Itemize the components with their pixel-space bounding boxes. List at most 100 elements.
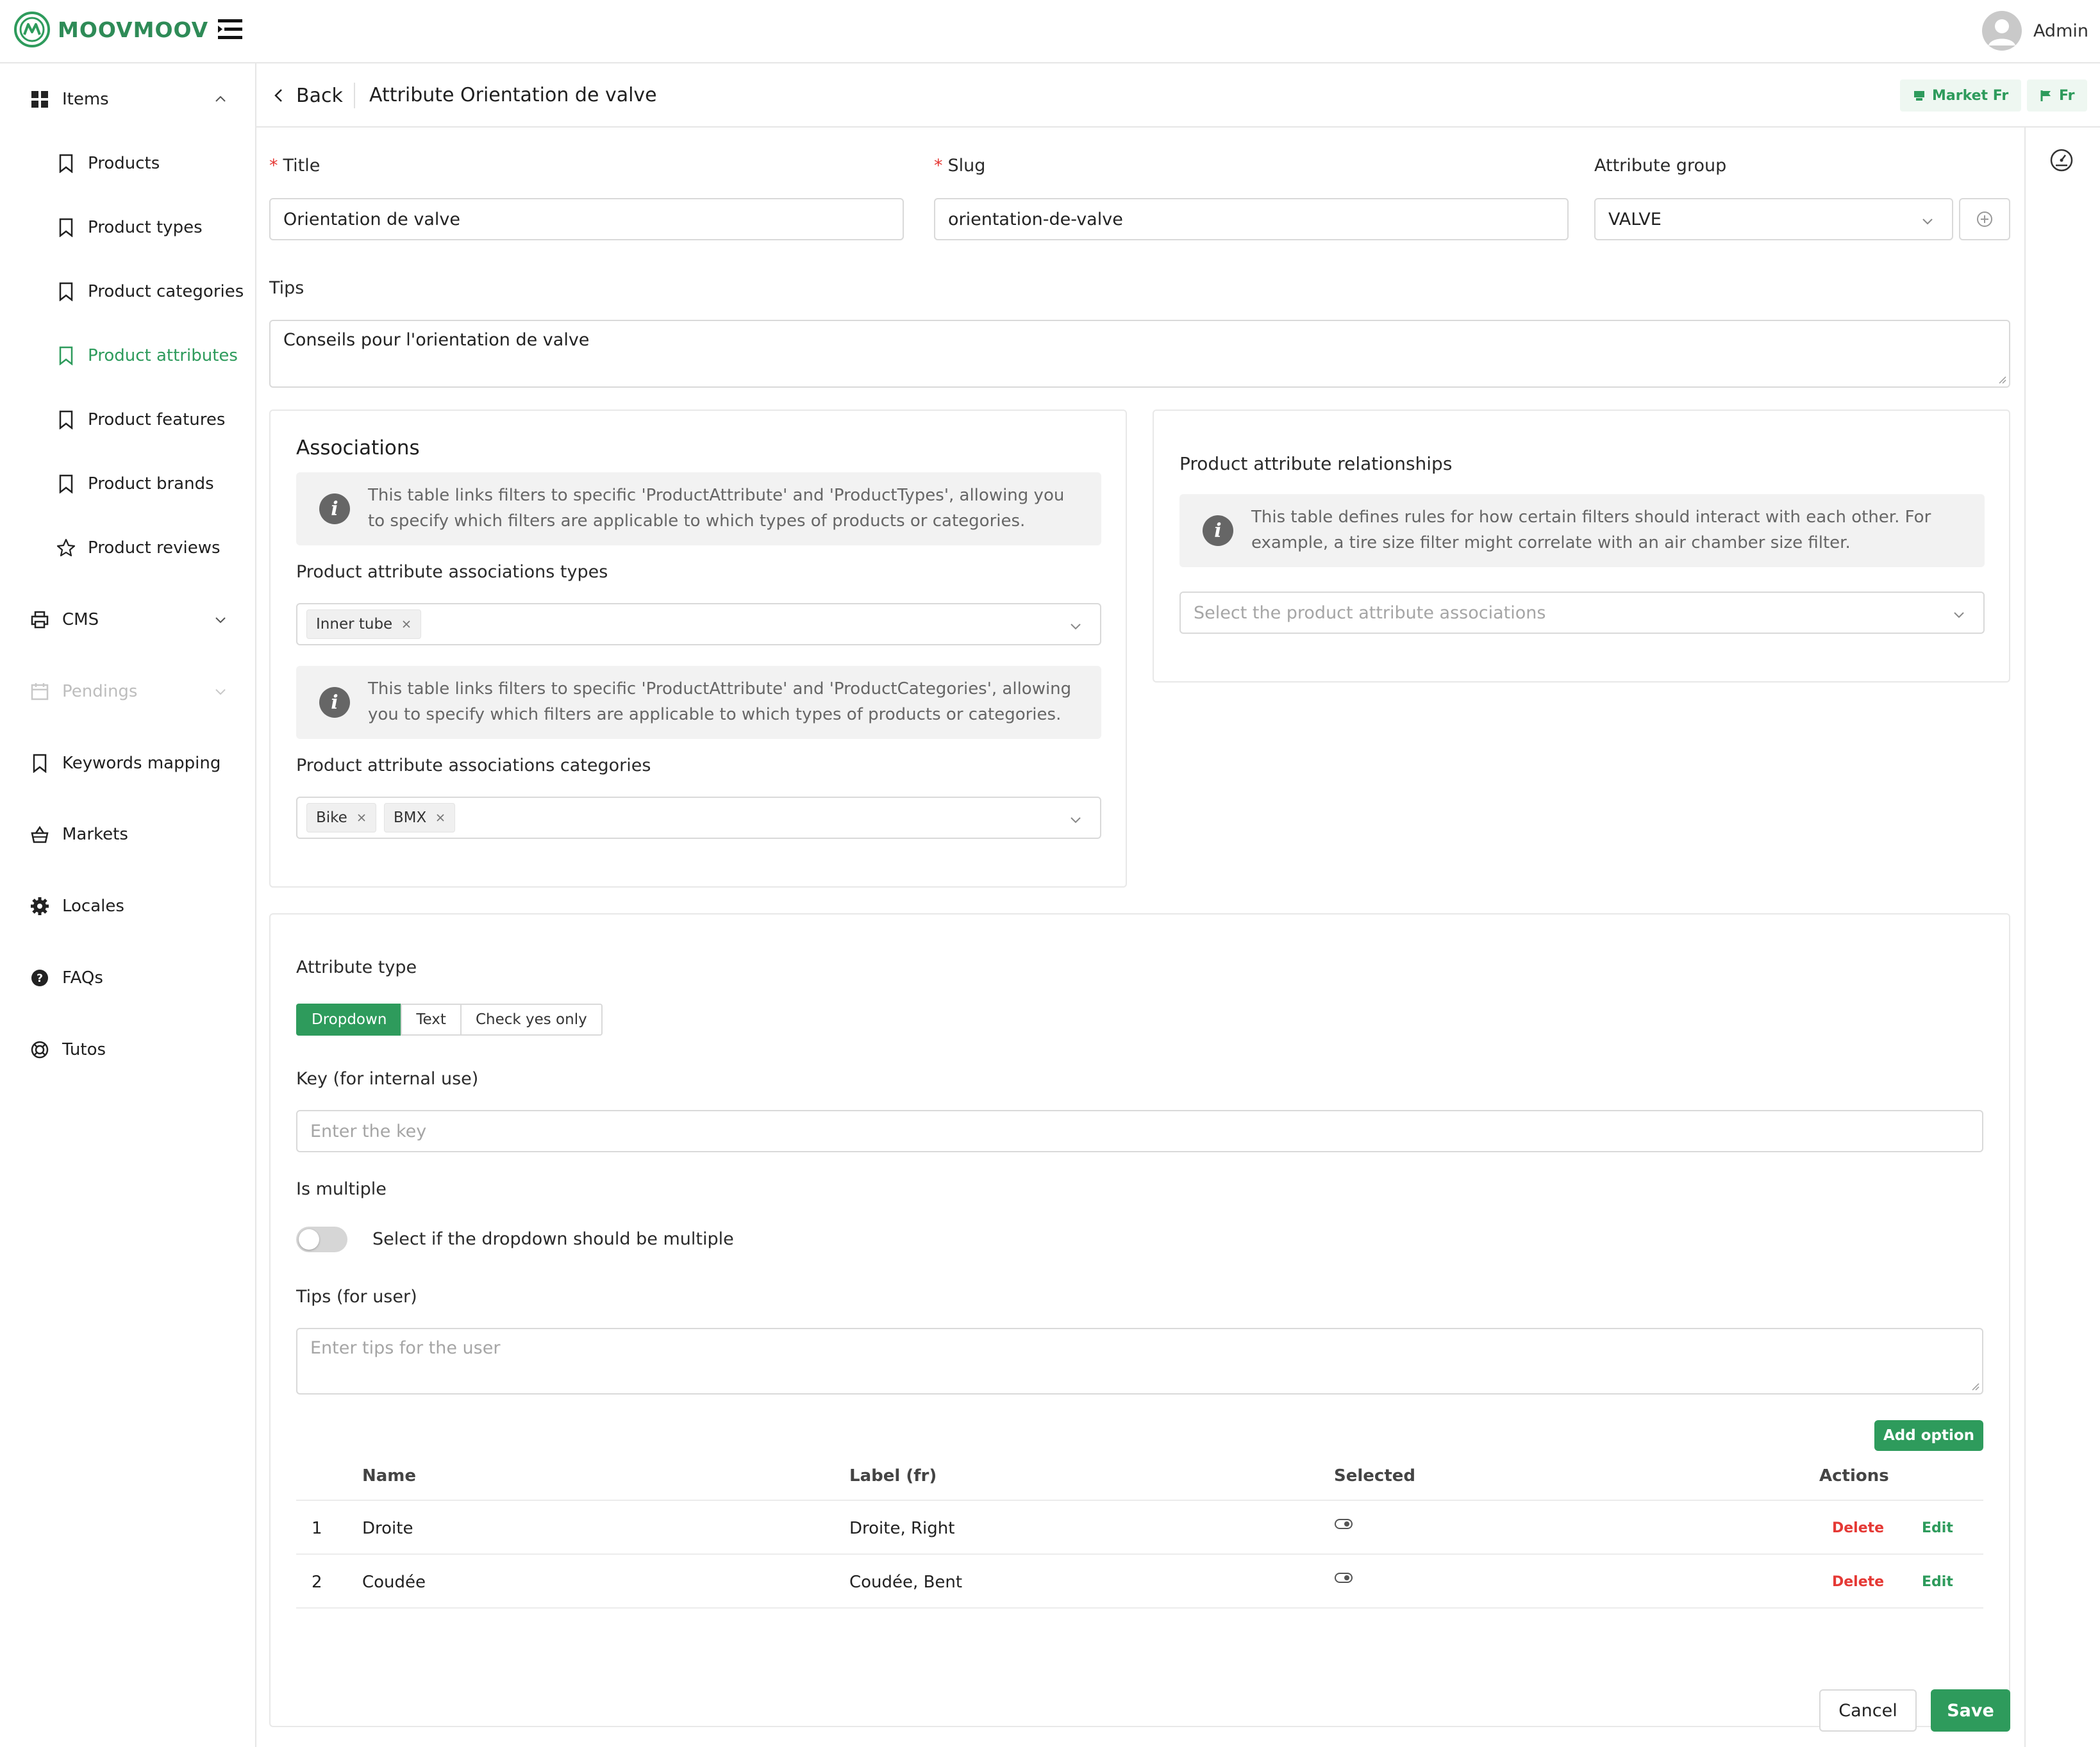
bookmark-icon xyxy=(59,218,73,237)
associations-categories-label: Product attribute associations categorie… xyxy=(296,756,651,775)
attribute-type-text[interactable]: Text xyxy=(401,1004,462,1036)
is-multiple-toggle[interactable] xyxy=(296,1227,347,1252)
row-name: Droite xyxy=(362,1519,413,1538)
relationships-select[interactable]: Select the product attribute association… xyxy=(1179,592,1985,634)
key-input[interactable]: Enter the key xyxy=(296,1110,1983,1152)
attribute-group-select[interactable]: VALVE xyxy=(1594,198,1953,240)
grid-icon xyxy=(31,91,48,108)
row-label: Coudée, Bent xyxy=(849,1573,963,1592)
sidebar-item-label: Locales xyxy=(62,897,124,916)
flag-icon xyxy=(2040,90,2051,101)
header-divider xyxy=(354,83,355,108)
tag-inner-tube: Inner tube xyxy=(306,609,422,639)
question-icon: ? xyxy=(31,970,48,986)
associations-card: Associations i This table links filters … xyxy=(269,410,1127,888)
sidebar-item-keywords-mapping[interactable]: Keywords mapping xyxy=(0,744,255,782)
attribute-type-segmented: Dropdown Text Check yes only xyxy=(296,1004,603,1036)
relationships-title: Product attribute relationships xyxy=(1179,453,1453,474)
sidebar-item-label: Markets xyxy=(62,825,128,844)
locale-label: Fr xyxy=(2059,87,2075,104)
attribute-type-check-yes-only[interactable]: Check yes only xyxy=(460,1004,603,1036)
delete-button[interactable]: Delete xyxy=(1832,1520,1884,1536)
row-index: 2 xyxy=(312,1573,322,1592)
sidebar-item-label: Pendings xyxy=(62,682,138,701)
chevron-down-icon xyxy=(1071,624,1081,630)
user-menu[interactable]: Admin xyxy=(1981,10,2088,51)
column-header-selected: Selected xyxy=(1334,1466,1415,1486)
right-rail xyxy=(2024,128,2026,1747)
associations-categories-select[interactable]: Bike BMX xyxy=(296,797,1101,839)
sidebar-item-product-types[interactable]: Product types xyxy=(0,208,255,247)
row-label: Droite, Right xyxy=(849,1519,955,1538)
save-button[interactable]: Save xyxy=(1931,1689,2010,1732)
sidebar-item-label: Product types xyxy=(88,218,203,237)
back-button[interactable]: Back xyxy=(271,83,343,108)
sidebar-item-items[interactable]: Items xyxy=(0,80,255,119)
delete-button[interactable]: Delete xyxy=(1832,1574,1884,1590)
sidebar-item-pendings: Pendings xyxy=(0,672,255,711)
toggle-off-icon[interactable] xyxy=(1335,1571,1353,1584)
sidebar-item-cms[interactable]: CMS xyxy=(0,600,255,639)
sidebar-item-product-attributes[interactable]: Product attributes xyxy=(0,336,255,375)
tag-bike: Bike xyxy=(306,803,376,832)
bookmark-icon xyxy=(59,474,73,493)
main-content: Back Attribute Orientation de valve Mark… xyxy=(256,63,2100,1747)
slug-input[interactable]: orientation-de-valve xyxy=(934,198,1569,240)
info-box-types: i This table links filters to specific '… xyxy=(296,472,1101,545)
edit-button[interactable]: Edit xyxy=(1922,1574,1953,1590)
info-icon: i xyxy=(319,493,350,524)
sidebar-item-label: Product features xyxy=(88,410,226,429)
row-index: 1 xyxy=(312,1519,322,1538)
market-label: Market Fr xyxy=(1932,87,2009,104)
sidebar-item-label: Tutos xyxy=(62,1040,106,1059)
associations-types-label: Product attribute associations types xyxy=(296,562,608,582)
sidebar-item-faqs[interactable]: ? FAQs xyxy=(0,959,255,997)
store-icon xyxy=(1914,91,1924,101)
key-label: Key (for internal use) xyxy=(296,1069,479,1089)
locale-button[interactable]: Fr xyxy=(2027,79,2088,112)
column-header-label: Label (fr) xyxy=(849,1466,937,1486)
associations-types-select[interactable]: Inner tube xyxy=(296,603,1101,645)
resize-grip-icon[interactable] xyxy=(1996,374,2006,384)
toggle-off-icon[interactable] xyxy=(1335,1518,1353,1530)
sidebar-item-product-reviews[interactable]: Product reviews xyxy=(0,529,255,567)
associations-title: Associations xyxy=(296,436,420,460)
tips-textarea[interactable]: Conseils pour l'orientation de valve xyxy=(269,320,2010,388)
close-icon[interactable] xyxy=(401,619,412,629)
basket-icon xyxy=(31,825,49,843)
sidebar-item-locales[interactable]: Locales xyxy=(0,887,255,925)
chevron-down-icon xyxy=(215,617,226,624)
attribute-type-dropdown[interactable]: Dropdown xyxy=(296,1004,403,1036)
sidebar-item-markets[interactable]: Markets xyxy=(0,815,255,854)
sidebar-item-label: Products xyxy=(88,154,160,173)
sidebar-item-product-categories[interactable]: Product categories xyxy=(0,272,255,311)
sidebar-item-products[interactable]: Products xyxy=(0,144,255,183)
sidebar-item-label: Product attributes xyxy=(88,346,238,365)
bookmark-icon xyxy=(59,410,73,429)
plus-circle-icon xyxy=(1977,211,1992,227)
sidebar-item-product-features[interactable]: Product features xyxy=(0,401,255,439)
bookmark-icon xyxy=(33,754,47,773)
add-group-button[interactable] xyxy=(1959,198,2010,240)
page-title: Attribute Orientation de valve xyxy=(369,84,657,106)
user-tips-textarea[interactable]: Enter tips for the user xyxy=(296,1328,1983,1395)
add-option-button[interactable]: Add option xyxy=(1874,1420,1983,1451)
resize-grip-icon[interactable] xyxy=(1969,1380,1979,1391)
info-icon: i xyxy=(1203,515,1233,546)
menu-toggle-icon[interactable] xyxy=(217,17,244,42)
close-icon[interactable] xyxy=(435,813,446,823)
key-placeholder: Enter the key xyxy=(310,1121,427,1141)
sidebar-item-label: Items xyxy=(62,90,109,109)
close-icon[interactable] xyxy=(356,813,367,823)
sidebar-item-product-brands[interactable]: Product brands xyxy=(0,465,255,503)
title-input[interactable]: Orientation de valve xyxy=(269,198,904,240)
market-button[interactable]: Market Fr xyxy=(1900,79,2022,112)
chevron-up-icon xyxy=(215,95,226,102)
edit-button[interactable]: Edit xyxy=(1922,1520,1953,1536)
gauge-icon[interactable] xyxy=(2049,148,2074,172)
relationships-card: Product attribute relationships i This t… xyxy=(1153,410,2010,683)
brand-logo[interactable]: MOOVMOOV xyxy=(13,9,208,50)
info-icon: i xyxy=(319,687,350,718)
sidebar-item-tutos[interactable]: Tutos xyxy=(0,1031,255,1069)
cancel-button[interactable]: Cancel xyxy=(1819,1689,1917,1732)
